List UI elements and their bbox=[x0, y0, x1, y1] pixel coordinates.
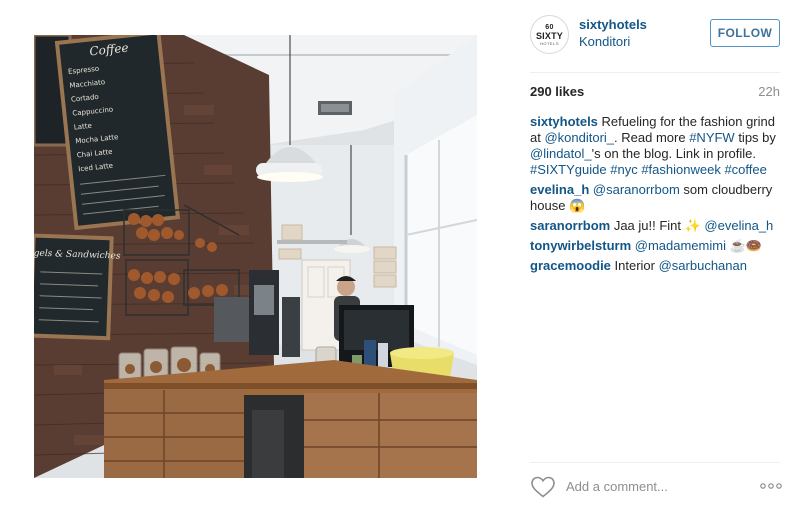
hashtag-link[interactable]: #nyc bbox=[610, 162, 637, 177]
post-timestamp[interactable]: 22h bbox=[758, 84, 780, 99]
divider bbox=[530, 72, 780, 73]
caption: sixtyhotels Refueling for the fashion gr… bbox=[530, 114, 782, 178]
comment-username-link[interactable]: tonywirbelsturm bbox=[530, 238, 631, 253]
cafe-interior-image: Coffee Espresso Macchiato Cortado Cappuc… bbox=[34, 35, 477, 478]
post-actions bbox=[530, 473, 782, 499]
post-username-link[interactable]: sixtyhotels bbox=[579, 17, 647, 32]
more-options-icon[interactable] bbox=[760, 483, 782, 489]
comment: tonywirbelsturm @madamemimi ☕🍩 bbox=[530, 238, 782, 254]
mention-link[interactable]: @konditori_ bbox=[544, 130, 614, 145]
avatar[interactable]: 60 SIXTY HOTELS bbox=[530, 15, 569, 54]
caption-text: . Read more bbox=[614, 130, 690, 145]
post-header: 60 SIXTY HOTELS sixtyhotels Konditori FO… bbox=[506, 0, 800, 72]
comment-username-link[interactable]: evelina_h bbox=[530, 182, 589, 197]
avatar-logo-line: 60 bbox=[545, 23, 554, 31]
comment-text: ☕🍩 bbox=[725, 238, 762, 253]
hashtag-link[interactable]: #coffee bbox=[724, 162, 766, 177]
caption-text: tips by bbox=[734, 130, 776, 145]
hashtag-link[interactable]: #fashionweek bbox=[641, 162, 721, 177]
mention-link[interactable]: @madamemimi bbox=[635, 238, 726, 253]
comment-text: Interior bbox=[610, 258, 659, 273]
comment-text: Jaa ju!! Fint ✨ bbox=[610, 218, 705, 233]
avatar-logo-line: HOTELS bbox=[539, 40, 559, 46]
divider bbox=[530, 462, 780, 463]
avatar-logo-line: SIXTY bbox=[535, 30, 563, 41]
hashtag-link[interactable]: #NYFW bbox=[689, 130, 735, 145]
post-location-link[interactable]: Konditori bbox=[579, 34, 630, 49]
comment: evelina_h @saranorrbom som cloudberry ho… bbox=[530, 182, 782, 214]
comment-input[interactable] bbox=[566, 476, 746, 496]
post-details-panel: 60 SIXTY HOTELS sixtyhotels Konditori FO… bbox=[506, 0, 800, 514]
mention-link[interactable]: @evelina_h bbox=[704, 218, 773, 233]
comment-username-link[interactable]: saranorrbom bbox=[530, 218, 610, 233]
likes-row: 290 likes 22h bbox=[530, 84, 780, 100]
post-photo[interactable]: Coffee Espresso Macchiato Cortado Cappuc… bbox=[34, 35, 477, 478]
comment-username-link[interactable]: gracemoodie bbox=[530, 258, 611, 273]
comment: saranorrbom Jaa ju!! Fint ✨ @evelina_h bbox=[530, 218, 782, 234]
comment-list: sixtyhotels Refueling for the fashion gr… bbox=[530, 114, 782, 278]
comment: gracemoodie Interior @sarbuchanan bbox=[530, 258, 782, 274]
mention-link[interactable]: @lindatol_ bbox=[530, 146, 592, 161]
mention-link[interactable]: @sarbuchanan bbox=[659, 258, 747, 273]
caption-text: 's on the blog. Link in profile. bbox=[591, 146, 756, 161]
hashtag-link[interactable]: #SIXTYguide bbox=[530, 162, 607, 177]
heart-icon[interactable] bbox=[530, 475, 556, 499]
follow-button[interactable]: FOLLOW bbox=[710, 19, 780, 47]
comment-username-link[interactable]: sixtyhotels bbox=[530, 114, 598, 129]
likes-count[interactable]: 290 likes bbox=[530, 84, 584, 99]
mention-link[interactable]: @saranorrbom bbox=[593, 182, 680, 197]
